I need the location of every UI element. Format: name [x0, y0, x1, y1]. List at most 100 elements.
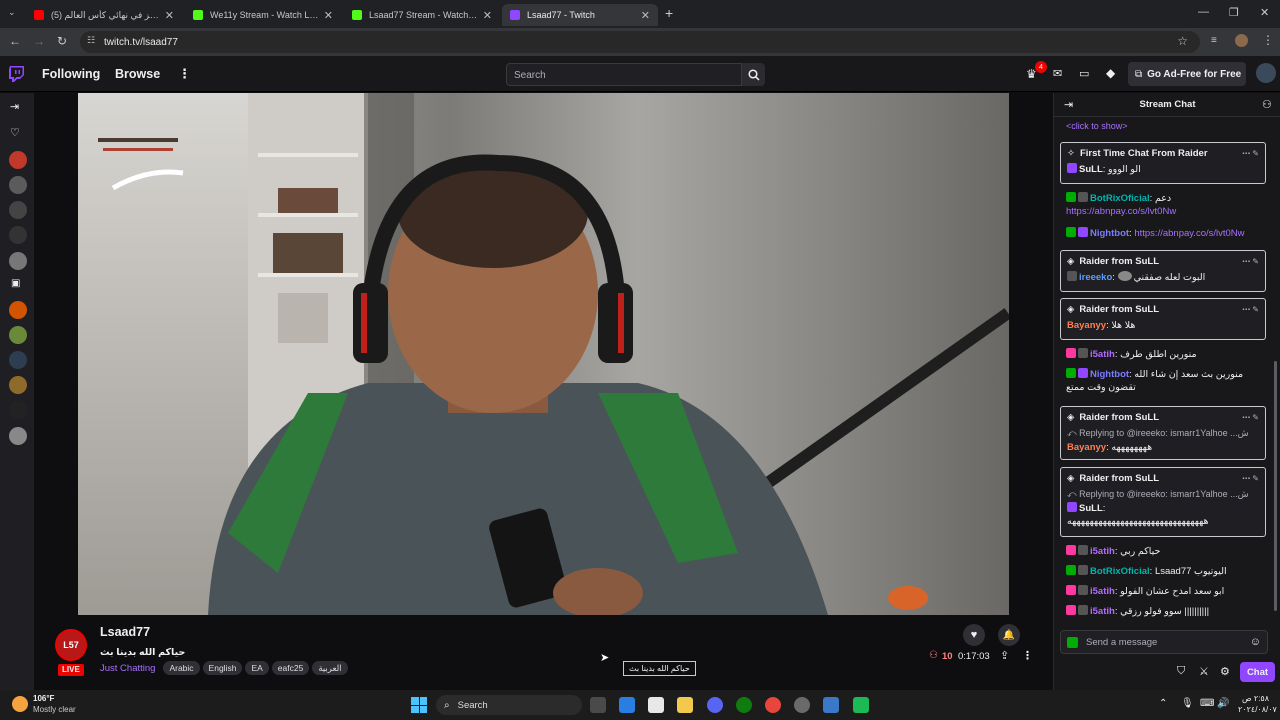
- channel-avatar[interactable]: [9, 226, 27, 244]
- bits-diamond-icon[interactable]: ◆: [1106, 66, 1115, 80]
- chat-username[interactable]: SuLL: [1079, 164, 1103, 175]
- shield-mode-icon[interactable]: ⛉: [1177, 665, 1185, 678]
- channel-avatar[interactable]: [9, 176, 27, 194]
- nav-browse-link[interactable]: Browse: [115, 67, 160, 81]
- tag-chip[interactable]: EA: [245, 661, 269, 675]
- search-button[interactable]: [742, 63, 765, 86]
- channel-avatar[interactable]: [9, 427, 27, 445]
- user-avatar[interactable]: [1256, 63, 1276, 83]
- browser-tab-active[interactable]: Lsaad77 - Twitch ✕: [502, 4, 658, 26]
- network-icon[interactable]: ⌨: [1200, 698, 1214, 709]
- nav-following-link[interactable]: Following: [42, 67, 100, 81]
- chat-link[interactable]: https://abnpay.co/s/lvt0Nw: [1134, 228, 1244, 239]
- taskbar-search-box[interactable]: ⌕ Search: [436, 695, 582, 715]
- file-explorer-icon[interactable]: [677, 697, 693, 713]
- browser-tab[interactable]: (5) فالكونز في نهائي كأس العالم ✕: [26, 4, 182, 26]
- chat-message-input[interactable]: Send a message ☺: [1060, 630, 1268, 654]
- category-link[interactable]: Just Chatting: [100, 663, 155, 674]
- chat-send-button[interactable]: Chat: [1240, 662, 1275, 682]
- chat-username[interactable]: i5atih: [1090, 586, 1115, 597]
- close-tab-icon[interactable]: ✕: [165, 9, 174, 22]
- close-tab-icon[interactable]: ✕: [483, 9, 492, 22]
- channel-avatar[interactable]: L57: [55, 629, 87, 661]
- tag-chip[interactable]: eafc25: [271, 661, 310, 675]
- community-users-icon[interactable]: ⚇: [1262, 98, 1272, 111]
- reply-context[interactable]: Replying to @ireeeko: ismarr1Yalhoe ...ش: [1079, 428, 1249, 438]
- maximize-window-button[interactable]: ❐: [1229, 6, 1239, 19]
- chat-username[interactable]: BotRixOficial: [1090, 193, 1150, 204]
- inbox-envelope-icon[interactable]: ✉: [1053, 67, 1062, 80]
- forward-arrow-icon[interactable]: →: [33, 34, 45, 48]
- channel-avatar[interactable]: [9, 151, 27, 169]
- mod-tools-sword-icon[interactable]: ⚔: [1199, 665, 1209, 678]
- tray-chevron-icon[interactable]: ⌃: [1159, 698, 1167, 709]
- notifications-bell-button[interactable]: 🔔: [998, 624, 1020, 646]
- chat-username[interactable]: Bayanyy: [1067, 320, 1106, 331]
- tag-chip[interactable]: English: [202, 661, 243, 675]
- reading-list-icon[interactable]: ≡: [1211, 35, 1217, 46]
- video-player[interactable]: [78, 93, 1009, 615]
- reply-context[interactable]: Replying to @ireeeko: ismarr1Yalhoe ...ش: [1079, 489, 1249, 499]
- chrome-icon[interactable]: [765, 697, 781, 713]
- minimize-window-button[interactable]: —: [1198, 6, 1209, 18]
- chat-username[interactable]: ireeeko: [1079, 272, 1112, 283]
- go-ad-free-button[interactable]: ⧉ Go Ad-Free for Free: [1128, 62, 1246, 86]
- card-actions-icon[interactable]: ⋯ ✎: [1242, 257, 1259, 266]
- card-actions-icon[interactable]: ⋯ ✎: [1242, 474, 1259, 483]
- card-actions-icon[interactable]: ⋯ ✎: [1242, 413, 1259, 422]
- channel-name[interactable]: Lsaad77: [100, 625, 150, 639]
- browser-menu-icon[interactable]: ⋮: [1262, 33, 1274, 47]
- profile-avatar[interactable]: [1235, 34, 1248, 47]
- more-options-icon[interactable]: ⋮: [1022, 649, 1033, 662]
- channel-avatar[interactable]: [9, 326, 27, 344]
- chat-username[interactable]: SuLL: [1079, 503, 1103, 514]
- clock-time[interactable]: ٢:٥٨ ص: [1242, 694, 1269, 703]
- store-icon[interactable]: [648, 697, 664, 713]
- twitch-logo-icon[interactable]: [9, 66, 24, 82]
- bookmark-star-icon[interactable]: ☆: [1177, 34, 1188, 48]
- expand-sidebar-icon[interactable]: ⇥: [10, 100, 19, 113]
- more-options-icon[interactable]: ⋮: [178, 66, 191, 82]
- volume-icon[interactable]: 🔊: [1217, 698, 1229, 709]
- chat-scrollbar[interactable]: [1274, 361, 1277, 611]
- chat-settings-gear-icon[interactable]: ⚙: [1220, 665, 1230, 678]
- chat-username[interactable]: BotRixOficial: [1090, 566, 1150, 577]
- security-shield-icon[interactable]: [823, 697, 839, 713]
- tab-search-icon[interactable]: ⌄: [8, 7, 16, 18]
- copilot-icon[interactable]: [619, 697, 635, 713]
- windows-start-icon[interactable]: [411, 697, 427, 713]
- reload-icon[interactable]: ↻: [57, 34, 67, 48]
- new-tab-button[interactable]: +: [665, 5, 673, 21]
- close-tab-icon[interactable]: ✕: [641, 9, 650, 22]
- chat-username[interactable]: i5atih: [1090, 546, 1115, 557]
- app-icon[interactable]: [853, 697, 869, 713]
- tag-chip[interactable]: العربية: [312, 661, 348, 675]
- chat-username[interactable]: Bayanyy: [1067, 442, 1106, 453]
- follow-heart-button[interactable]: ♥: [963, 624, 985, 646]
- channel-avatar[interactable]: [9, 401, 27, 419]
- weather-temperature[interactable]: 106°F: [33, 694, 54, 703]
- site-info-icon[interactable]: ☷: [87, 35, 95, 46]
- close-tab-icon[interactable]: ✕: [324, 9, 333, 22]
- browser-tab[interactable]: Lsaad77 Stream - Watch Live o ✕: [344, 4, 500, 26]
- channel-avatar[interactable]: [9, 252, 27, 270]
- chat-username[interactable]: Nightbot: [1090, 369, 1129, 380]
- discord-icon[interactable]: [707, 697, 723, 713]
- share-icon[interactable]: ⇪: [1000, 649, 1009, 662]
- channel-avatar[interactable]: [9, 201, 27, 219]
- channel-avatar[interactable]: [9, 351, 27, 369]
- chat-username[interactable]: i5atih: [1090, 349, 1115, 360]
- search-input[interactable]: Search: [506, 63, 742, 86]
- xbox-icon[interactable]: [736, 697, 752, 713]
- task-view-icon[interactable]: [590, 697, 606, 713]
- close-window-button[interactable]: ✕: [1260, 6, 1269, 19]
- chat-link[interactable]: https://abnpay.co/s/lvt0Nw: [1066, 206, 1176, 217]
- channel-avatar[interactable]: [9, 301, 27, 319]
- channel-avatar[interactable]: [9, 376, 27, 394]
- chat-username[interactable]: i5atih: [1090, 606, 1115, 617]
- card-actions-icon[interactable]: ⋯ ✎: [1242, 305, 1259, 314]
- url-input[interactable]: ☷ twitch.tv/lsaad77 ☆: [80, 31, 1200, 53]
- tag-chip[interactable]: Arabic: [163, 661, 200, 675]
- back-arrow-icon[interactable]: ←: [9, 34, 21, 48]
- click-to-show-link[interactable]: <click to show>: [1066, 121, 1128, 131]
